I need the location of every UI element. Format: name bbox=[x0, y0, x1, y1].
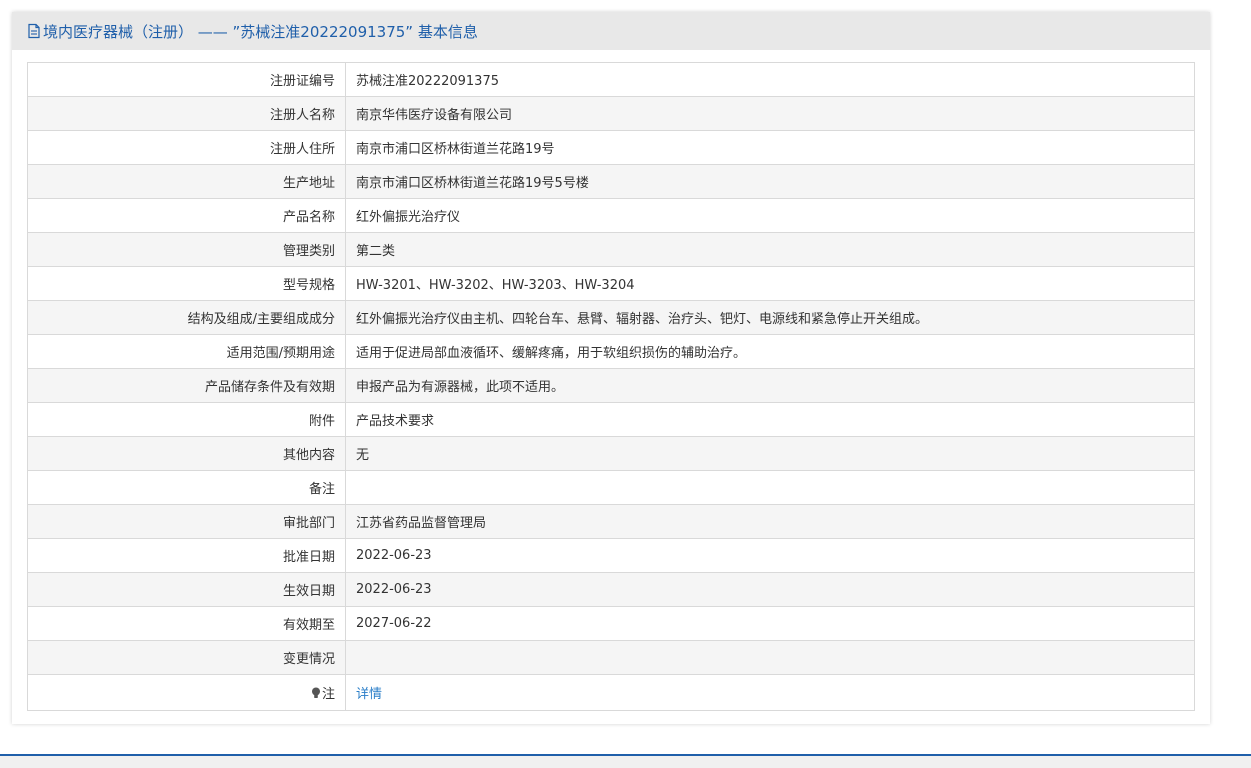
row-label: 型号规格 bbox=[27, 266, 346, 301]
row-label: 产品储存条件及有效期 bbox=[27, 368, 346, 403]
row-label: 注册人住所 bbox=[27, 130, 346, 165]
panel-header: 境内医疗器械（注册） —— ”苏械注准20222091375” 基本信息 bbox=[12, 12, 1210, 50]
row-value: 南京市浦口区桥林街道兰花路19号 bbox=[345, 130, 1195, 165]
row-value: HW-3201、HW-3202、HW-3203、HW-3204 bbox=[345, 266, 1195, 301]
table-row: 有效期至 2027-06-22 bbox=[27, 606, 1195, 641]
row-value: 苏械注准20222091375 bbox=[345, 62, 1195, 97]
table-row: 产品储存条件及有效期 申报产品为有源器械，此项不适用。 bbox=[27, 368, 1195, 403]
table-row: 结构及组成/主要组成成分 红外偏振光治疗仪由主机、四轮台车、悬臂、辐射器、治疗头、… bbox=[27, 300, 1195, 335]
info-table: 注册证编号 苏械注准20222091375 注册人名称 南京华伟医疗设备有限公司 注册人… bbox=[27, 62, 1195, 711]
row-value: 适用于促进局部血液循环、缓解疼痛，用于软组织损伤的辅助治疗。 bbox=[345, 334, 1195, 369]
row-value: 产品技术要求 bbox=[345, 402, 1195, 437]
table-row: 其他内容无 bbox=[27, 436, 1195, 471]
row-label: 注册证编号 bbox=[27, 62, 346, 97]
table-row: 批准日期 2022-06-23 bbox=[27, 538, 1195, 573]
row-label: 适用范围/预期用途 bbox=[27, 334, 346, 369]
table-row: 适用范围/预期用途 适用于促进局部血液循环、缓解疼痛，用于软组织损伤的辅助治疗。 bbox=[27, 334, 1195, 369]
row-label: 生产地址 bbox=[27, 164, 346, 199]
table-row: 生产地址 南京市浦口区桥林街道兰花路19号5号楼 bbox=[27, 164, 1195, 199]
row-label: 结构及组成/主要组成成分 bbox=[27, 300, 346, 335]
lightbulb-icon bbox=[311, 687, 321, 699]
table-row: 管理类别 第二类 bbox=[27, 232, 1195, 267]
info-panel: 境内医疗器械（注册） —— ”苏械注准20222091375” 基本信息 注册证… bbox=[12, 12, 1210, 724]
row-label: 备注 bbox=[27, 470, 346, 505]
table-row: 生效日期 2022-06-23 bbox=[27, 572, 1195, 607]
table-row: 注册人住所 南京市浦口区桥林街道兰花路19号 bbox=[27, 130, 1195, 165]
row-value: 红外偏振光治疗仪由主机、四轮台车、悬臂、辐射器、治疗头、钯灯、电源线和紧急停止开… bbox=[345, 300, 1195, 335]
note-value-cell: 详情 bbox=[345, 674, 1195, 711]
row-label: 有效期至 bbox=[27, 606, 346, 641]
table-row: 附件 产品技术要求 bbox=[27, 402, 1195, 437]
row-label: 审批部门 bbox=[27, 504, 346, 539]
row-value: 申报产品为有源器械，此项不适用。 bbox=[345, 368, 1195, 403]
row-value: 2022-06-23 bbox=[345, 538, 1195, 573]
row-label: 其他内容 bbox=[27, 436, 346, 471]
note-label: 注 bbox=[321, 687, 335, 702]
table-row: 变更情况 bbox=[27, 640, 1195, 675]
row-value: 江苏省药品监督管理局 bbox=[345, 504, 1195, 539]
row-label: 批准日期 bbox=[27, 538, 346, 573]
row-value bbox=[345, 640, 1195, 675]
row-label: 附件 bbox=[27, 402, 346, 437]
page-title: 境内医疗器械（注册） —— ”苏械注准20222091375” 基本信息 bbox=[43, 22, 478, 41]
note-label-cell: 注 bbox=[27, 674, 346, 711]
row-value: 红外偏振光治疗仪 bbox=[345, 198, 1195, 233]
row-value: 无 bbox=[345, 436, 1195, 471]
row-value: 南京华伟医疗设备有限公司 bbox=[345, 96, 1195, 131]
row-label: 产品名称 bbox=[27, 198, 346, 233]
table-row: 备注 bbox=[27, 470, 1195, 505]
row-value bbox=[345, 470, 1195, 505]
row-label: 管理类别 bbox=[27, 232, 346, 267]
table-row: 注册证编号 苏械注准20222091375 bbox=[27, 62, 1195, 97]
note-row: 注 详情 bbox=[27, 674, 1195, 711]
row-value: 2027-06-22 bbox=[345, 606, 1195, 641]
row-label: 生效日期 bbox=[27, 572, 346, 607]
document-icon bbox=[27, 23, 41, 39]
row-value: 2022-06-23 bbox=[345, 572, 1195, 607]
row-label: 变更情况 bbox=[27, 640, 346, 675]
table-row: 注册人名称 南京华伟医疗设备有限公司 bbox=[27, 96, 1195, 131]
table-row: 型号规格 HW-3201、HW-3202、HW-3203、HW-3204 bbox=[27, 266, 1195, 301]
row-label: 注册人名称 bbox=[27, 96, 346, 131]
table-row: 产品名称 红外偏振光治疗仪 bbox=[27, 198, 1195, 233]
detail-link[interactable]: 详情 bbox=[356, 687, 382, 702]
row-value: 第二类 bbox=[345, 232, 1195, 267]
row-value: 南京市浦口区桥林街道兰花路19号5号楼 bbox=[345, 164, 1195, 199]
table-row: 审批部门 江苏省药品监督管理局 bbox=[27, 504, 1195, 539]
